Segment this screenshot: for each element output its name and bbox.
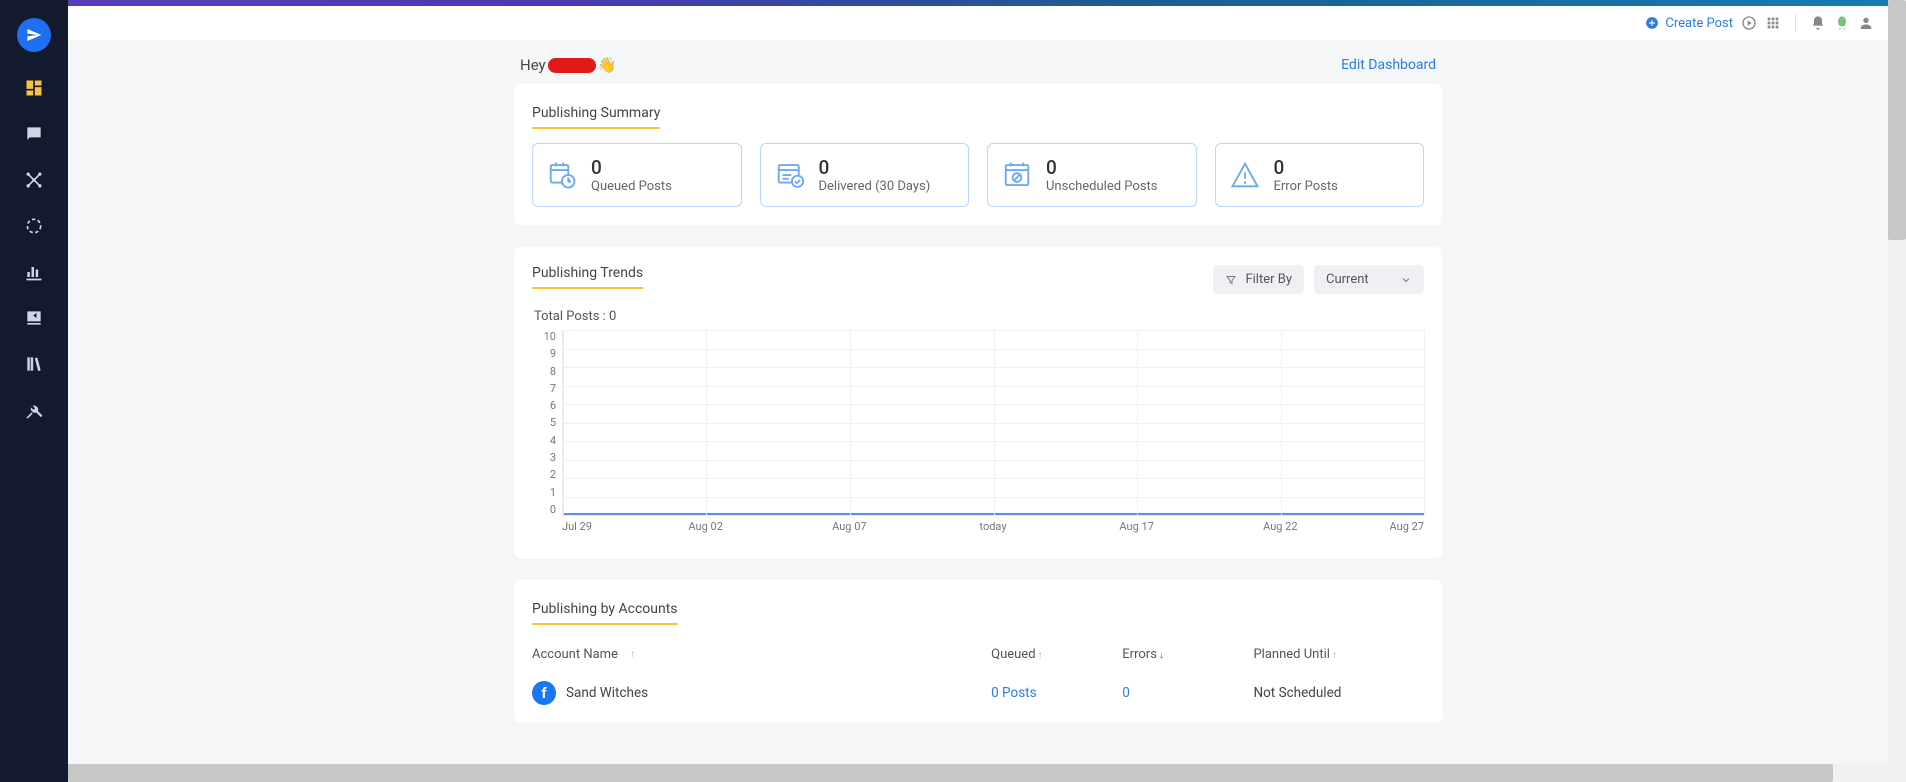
filter-icon	[1225, 274, 1237, 286]
scroll-thumb[interactable]	[68, 764, 1833, 782]
nav-connections[interactable]	[24, 170, 44, 190]
accounts-table-header: Account Name↑ Queued↑ Errors↓ Planned Un…	[532, 639, 1424, 671]
greeting-row: Hey 👋 Edit Dashboard	[514, 40, 1442, 84]
create-post-label: Create Post	[1665, 16, 1733, 31]
sort-asc-icon: ↑	[1332, 650, 1337, 661]
summary-title: Publishing Summary	[532, 105, 660, 129]
bell-icon	[1810, 15, 1826, 31]
target-icon	[24, 216, 44, 236]
filter-by-label: Filter By	[1245, 272, 1292, 287]
publishing-summary-card: Publishing Summary 0Queued Posts 0Delive…	[514, 84, 1442, 225]
chart-x-axis: Jul 29Aug 02Aug 07todayAug 17Aug 22Aug 2…	[562, 520, 1424, 540]
books-icon	[24, 354, 44, 374]
account-planned: Not Scheduled	[1253, 685, 1424, 701]
network-icon	[24, 170, 44, 190]
plus-circle-icon	[1645, 16, 1659, 30]
rocket-icon	[1834, 15, 1850, 31]
chat-icon	[24, 124, 44, 144]
delivered-icon	[775, 160, 805, 190]
redacted-name	[548, 58, 596, 73]
summary-errors[interactable]: 0Error Posts	[1215, 143, 1425, 207]
table-row: f Sand Witches 0 Posts 0 Not Scheduled	[532, 671, 1424, 715]
summary-queued[interactable]: 0Queued Posts	[532, 143, 742, 207]
summary-label: Unscheduled Posts	[1046, 179, 1158, 194]
greeting-text: Hey 👋	[520, 56, 616, 74]
header-apps-button[interactable]	[1765, 15, 1781, 31]
chevron-down-icon	[1400, 274, 1412, 286]
total-posts-label: Total Posts : 0	[534, 309, 1424, 324]
chart-y-axis: 109876543210	[532, 330, 562, 516]
sort-desc-icon: ↓	[1159, 650, 1164, 661]
nav-reports[interactable]	[24, 262, 44, 282]
left-sidebar	[0, 0, 68, 782]
accounts-title: Publishing by Accounts	[532, 601, 678, 625]
greeting-prefix: Hey	[520, 56, 546, 74]
scroll-thumb[interactable]	[1888, 0, 1906, 240]
period-select[interactable]: Current	[1314, 265, 1424, 294]
publishing-accounts-card: Publishing by Accounts Account Name↑ Que…	[514, 580, 1442, 723]
bar-chart-icon	[24, 262, 44, 282]
summary-delivered[interactable]: 0Delivered (30 Days)	[760, 143, 970, 207]
summary-value: 0	[591, 156, 672, 179]
col-planned[interactable]: Planned Until↑	[1253, 647, 1424, 662]
apps-grid-icon	[1765, 15, 1781, 31]
calendar-block-icon	[1002, 160, 1032, 190]
col-queued[interactable]: Queued↑	[991, 647, 1122, 662]
summary-value: 0	[819, 156, 931, 179]
warning-icon	[1230, 160, 1260, 190]
account-queued[interactable]: 0 Posts	[991, 685, 1122, 701]
summary-value: 0	[1046, 156, 1158, 179]
header-divider	[1795, 14, 1796, 32]
sort-asc-icon: ↑	[1038, 650, 1043, 661]
chart-plot-area	[562, 330, 1424, 516]
summary-label: Error Posts	[1274, 179, 1338, 194]
nav-settings[interactable]	[24, 400, 44, 420]
sort-asc-icon: ↑	[630, 649, 635, 660]
header-rocket-button[interactable]	[1834, 15, 1850, 31]
nav-dashboard[interactable]	[24, 78, 44, 98]
create-post-button[interactable]: Create Post	[1645, 16, 1733, 31]
trends-title: Publishing Trends	[532, 265, 643, 289]
tools-icon	[24, 400, 44, 420]
col-errors[interactable]: Errors↓	[1122, 647, 1253, 662]
top-header: Create Post	[68, 6, 1888, 40]
summary-value: 0	[1274, 156, 1338, 179]
paper-plane-icon	[26, 27, 42, 43]
summary-label: Queued Posts	[591, 179, 672, 194]
trends-chart: 109876543210 Jul 29Aug 02Aug 07todayAug …	[532, 330, 1424, 540]
header-play-button[interactable]	[1741, 15, 1757, 31]
summary-unscheduled[interactable]: 0Unscheduled Posts	[987, 143, 1197, 207]
edit-dashboard-link[interactable]: Edit Dashboard	[1341, 57, 1436, 73]
publishing-trends-card: Publishing Trends Filter By Current Tota…	[514, 247, 1442, 558]
nav-monitor[interactable]	[24, 216, 44, 236]
nav-inbox[interactable]	[24, 308, 44, 328]
user-menu-button[interactable]	[1858, 15, 1874, 31]
calendar-clock-icon	[547, 160, 577, 190]
account-name[interactable]: Sand Witches	[566, 685, 648, 701]
facebook-icon: f	[532, 681, 556, 705]
wave-emoji: 👋	[598, 56, 617, 74]
vertical-scrollbar[interactable]	[1888, 0, 1906, 782]
notifications-button[interactable]	[1810, 15, 1826, 31]
horizontal-scrollbar[interactable]	[68, 764, 1888, 782]
period-selected-label: Current	[1326, 272, 1369, 287]
nav-library[interactable]	[24, 354, 44, 374]
app-logo[interactable]	[17, 18, 51, 52]
summary-label: Delivered (30 Days)	[819, 179, 931, 194]
col-account-name[interactable]: Account Name↑	[532, 647, 991, 662]
user-icon	[1858, 15, 1874, 31]
filter-by-button[interactable]: Filter By	[1213, 265, 1304, 294]
account-errors[interactable]: 0	[1122, 685, 1253, 701]
nav-messages[interactable]	[24, 124, 44, 144]
summary-grid: 0Queued Posts 0Delivered (30 Days) 0Unsc…	[532, 143, 1424, 207]
play-circle-icon	[1741, 15, 1757, 31]
dashboard-icon	[24, 78, 44, 98]
inbox-icon	[24, 308, 44, 328]
